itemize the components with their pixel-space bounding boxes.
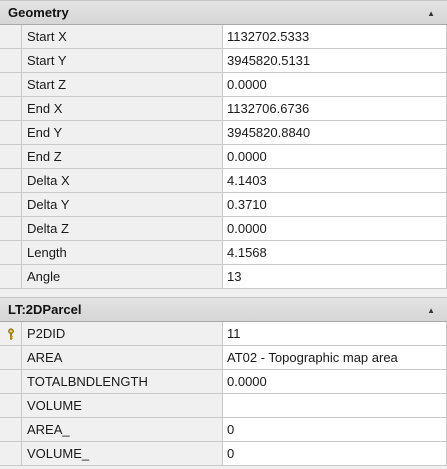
section-title: LT:2DParcel (8, 302, 82, 317)
property-label: End Y (22, 121, 223, 144)
row-gutter (0, 193, 22, 216)
property-value[interactable]: 0.3710 (223, 193, 447, 216)
property-label: Start Z (22, 73, 223, 96)
property-label: Start X (22, 25, 223, 48)
row-gutter (0, 49, 22, 72)
row-gutter (0, 346, 22, 369)
row-gutter (0, 322, 22, 345)
row-gutter (0, 169, 22, 192)
property-row-start-y[interactable]: Start Y 3945820.5131 (0, 49, 447, 73)
property-label: Delta Z (22, 217, 223, 240)
property-label: Start Y (22, 49, 223, 72)
property-label: Delta Y (22, 193, 223, 216)
property-label: End Z (22, 145, 223, 168)
property-label: End X (22, 97, 223, 120)
property-row-end-y[interactable]: End Y 3945820.8840 (0, 121, 447, 145)
property-row-delta-x[interactable]: Delta X 4.1403 (0, 169, 447, 193)
property-label: AREA_ (22, 418, 223, 441)
property-value[interactable]: 4.1568 (223, 241, 447, 264)
row-gutter (0, 265, 22, 288)
row-gutter (0, 145, 22, 168)
property-value[interactable]: 0.0000 (223, 217, 447, 240)
property-label: P2DID (22, 322, 223, 345)
property-row-delta-y[interactable]: Delta Y 0.3710 (0, 193, 447, 217)
row-gutter (0, 97, 22, 120)
row-gutter (0, 25, 22, 48)
property-row-angle[interactable]: Angle 13 (0, 265, 447, 289)
property-row-p2did[interactable]: P2DID 11 (0, 322, 447, 346)
property-value[interactable]: 0.0000 (223, 145, 447, 168)
property-row-volume-underscore[interactable]: VOLUME_ 0 (0, 442, 447, 466)
section-rows-geometry: Start X 1132702.5333 Start Y 3945820.513… (0, 25, 447, 289)
row-gutter (0, 418, 22, 441)
row-gutter (0, 370, 22, 393)
property-label: Delta X (22, 169, 223, 192)
property-row-length[interactable]: Length 4.1568 (0, 241, 447, 265)
row-gutter (0, 241, 22, 264)
property-value[interactable]: 0.0000 (223, 370, 447, 393)
property-label: VOLUME_ (22, 442, 223, 465)
property-row-volume[interactable]: VOLUME (0, 394, 447, 418)
property-row-end-z[interactable]: End Z 0.0000 (0, 145, 447, 169)
property-label: Length (22, 241, 223, 264)
section-title: Geometry (8, 5, 69, 20)
chevron-up-icon[interactable]: ▲ (427, 9, 435, 18)
row-gutter (0, 394, 22, 417)
property-row-start-z[interactable]: Start Z 0.0000 (0, 73, 447, 97)
property-value[interactable]: 3945820.8840 (223, 121, 447, 144)
property-value[interactable]: 0 (223, 442, 447, 465)
key-icon (7, 327, 14, 340)
property-row-totalbndlength[interactable]: TOTALBNDLENGTH 0.0000 (0, 370, 447, 394)
property-value[interactable]: 1132702.5333 (223, 25, 447, 48)
property-label: VOLUME (22, 394, 223, 417)
property-label: Angle (22, 265, 223, 288)
property-row-start-x[interactable]: Start X 1132702.5333 (0, 25, 447, 49)
properties-palette: Geometry ▲ Start X 1132702.5333 Start Y … (0, 0, 447, 469)
property-row-area-underscore[interactable]: AREA_ 0 (0, 418, 447, 442)
section-header-lt-2dparcel[interactable]: LT:2DParcel ▲ (0, 297, 447, 322)
property-value[interactable]: 0 (223, 418, 447, 441)
property-row-area[interactable]: AREA AT02 - Topographic map area (0, 346, 447, 370)
row-gutter (0, 73, 22, 96)
property-value[interactable]: 13 (223, 265, 447, 288)
property-label: AREA (22, 346, 223, 369)
property-value[interactable]: 4.1403 (223, 169, 447, 192)
row-gutter (0, 121, 22, 144)
section-rows-lt-2dparcel: P2DID 11 AREA AT02 - Topographic map are… (0, 322, 447, 466)
property-value[interactable]: 0.0000 (223, 73, 447, 96)
section-spacer (0, 289, 447, 297)
chevron-up-icon[interactable]: ▲ (427, 306, 435, 315)
property-row-end-x[interactable]: End X 1132706.6736 (0, 97, 447, 121)
row-gutter (0, 442, 22, 465)
property-value[interactable]: AT02 - Topographic map area (223, 346, 447, 369)
property-value[interactable]: 11 (223, 322, 447, 345)
row-gutter (0, 217, 22, 240)
property-value[interactable]: 3945820.5131 (223, 49, 447, 72)
property-value[interactable] (223, 394, 447, 417)
property-row-delta-z[interactable]: Delta Z 0.0000 (0, 217, 447, 241)
section-header-geometry[interactable]: Geometry ▲ (0, 0, 447, 25)
property-label: TOTALBNDLENGTH (22, 370, 223, 393)
property-value[interactable]: 1132706.6736 (223, 97, 447, 120)
